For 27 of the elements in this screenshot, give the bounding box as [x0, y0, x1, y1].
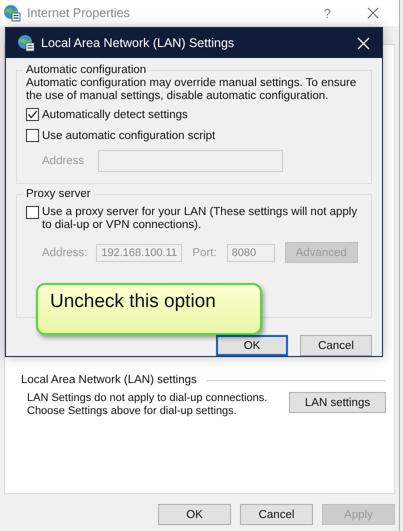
- checkbox[interactable]: [26, 108, 39, 121]
- address-field[interactable]: [98, 150, 284, 172]
- dialog-button[interactable]: Cancel: [300, 335, 372, 356]
- window-title: Internet Properties: [27, 6, 131, 20]
- field-label: Address: [42, 155, 84, 167]
- checkbox[interactable]: [26, 129, 39, 142]
- dialog-button[interactable]: OK: [216, 335, 288, 356]
- description-text: LAN Settings do not apply to dial-up connections.: [27, 392, 268, 405]
- dialog-button[interactable]: OK: [158, 504, 231, 525]
- help-button[interactable]: ?: [324, 6, 331, 20]
- checkbox[interactable]: [26, 206, 39, 219]
- dialog-title: Local Area Network (LAN) Settings: [41, 36, 236, 50]
- group-label: Automatic configuration: [25, 64, 148, 76]
- lan-settings-button[interactable]: LAN settings: [289, 392, 386, 413]
- section-heading: Local Area Network (LAN) settings: [20, 374, 198, 386]
- dialog-button[interactable]: Cancel: [240, 504, 313, 525]
- field-label: Address:: [42, 246, 88, 258]
- description-text: Automatic configuration may override manual settings. To ensure the use of manual settings, disable automatic configuration.: [26, 77, 358, 103]
- checkbox-label: Use a proxy server for your LAN (These settings will not apply to dial-up or VPN connections).: [42, 206, 358, 232]
- globe-icon: [3, 4, 21, 22]
- checkbox-label: Use automatic configuration script: [42, 130, 216, 142]
- field-label: Port:: [192, 246, 217, 258]
- description-text: Choose Settings above for dial-up settings.: [27, 405, 238, 418]
- callout-tooltip: Uncheck this option: [36, 283, 262, 335]
- group-label: Proxy server: [25, 188, 92, 200]
- checkbox-label: Automatically detect settings: [42, 108, 188, 120]
- globe-icon: [17, 34, 35, 52]
